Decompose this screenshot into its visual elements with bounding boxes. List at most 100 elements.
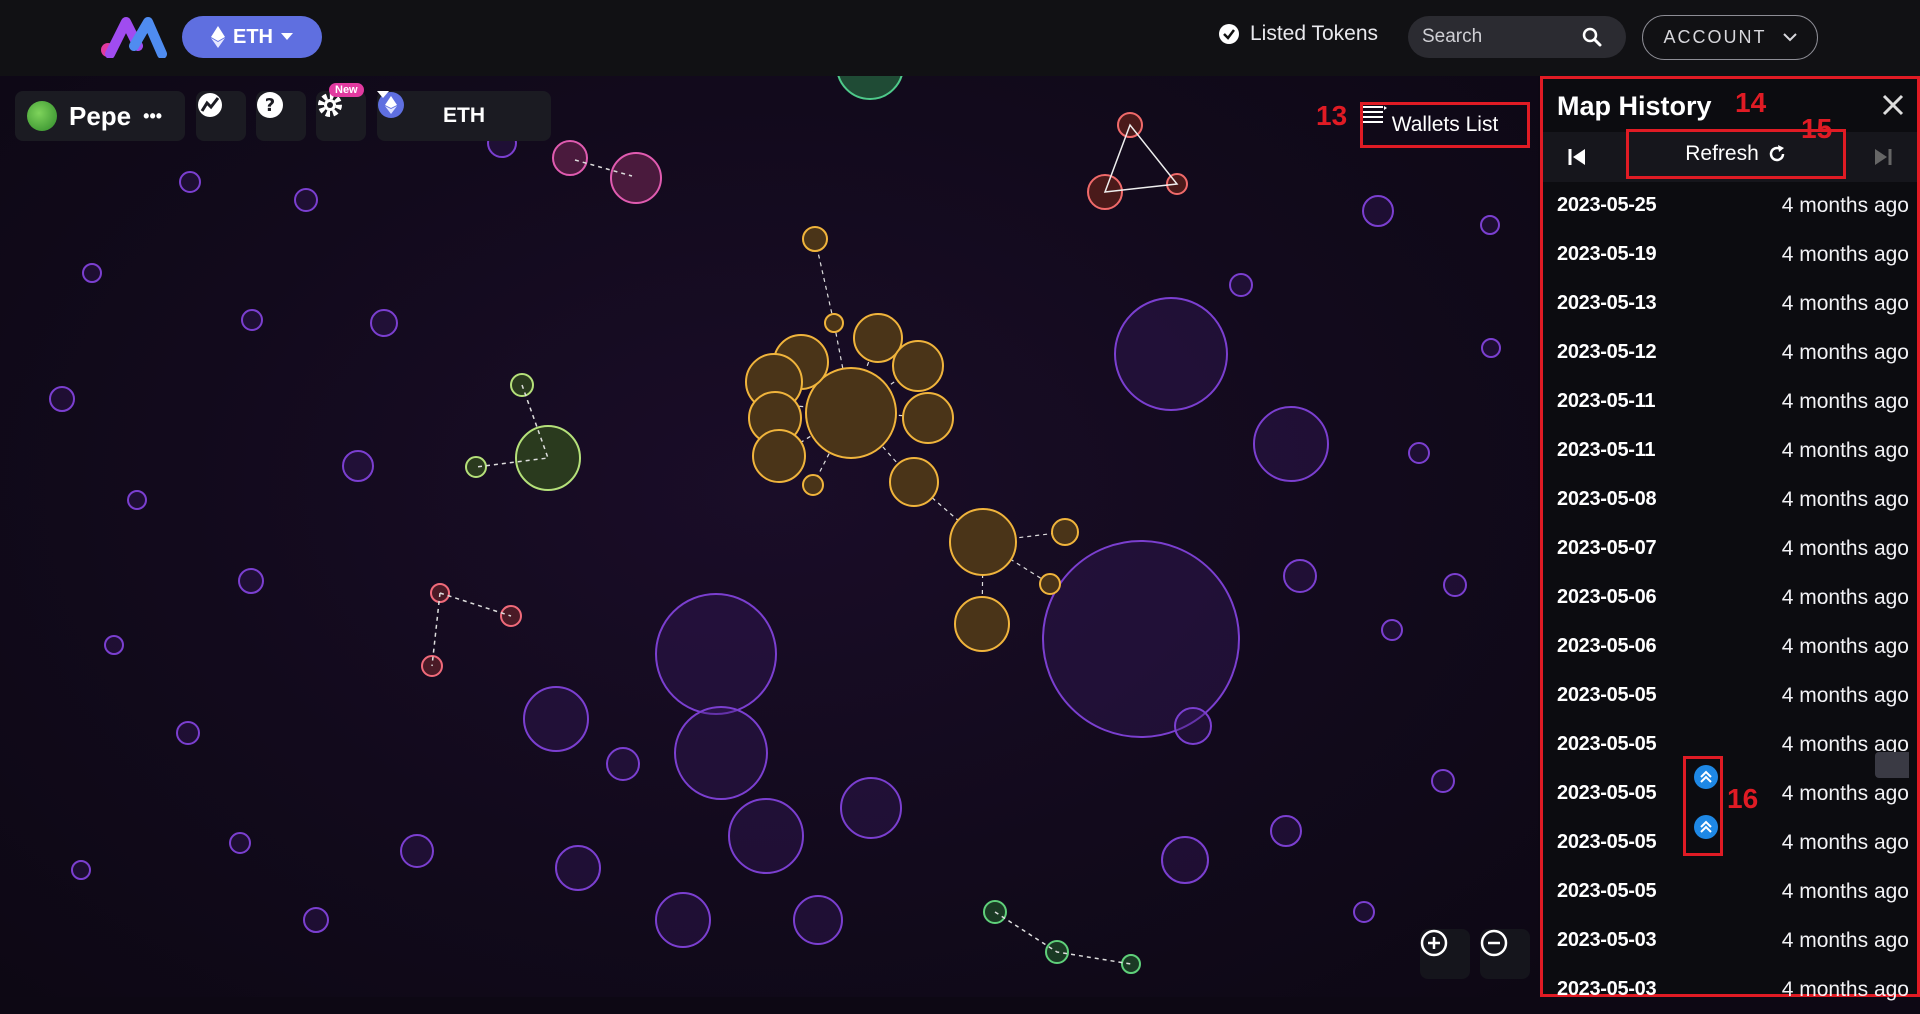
history-row[interactable]: 2023-05-03 4 months ago [1543, 916, 1917, 965]
app-logo[interactable] [100, 16, 168, 58]
zoom-out-icon [1480, 929, 1508, 957]
history-row[interactable]: 2023-05-05 4 months ago [1543, 720, 1917, 769]
zoom-in-icon [1420, 929, 1448, 957]
bubble-map-canvas[interactable] [0, 76, 1538, 997]
chevrons-up-icon[interactable] [1694, 815, 1718, 839]
annotation-15: 15 [1801, 113, 1833, 144]
history-row[interactable]: 2023-05-11 4 months ago [1543, 426, 1917, 475]
history-date: 2023-05-05 [1557, 880, 1657, 902]
account-button[interactable]: ACCOUNT [1642, 15, 1818, 60]
history-age: 4 months ago [1781, 830, 1909, 854]
history-age: 4 months ago [1781, 438, 1909, 462]
map-history-panel: Map History 14 Refresh 15 2023-05-25 4 mo… [1540, 76, 1920, 1001]
history-date: 2023-05-07 [1557, 537, 1657, 559]
refresh-icon [1769, 145, 1785, 162]
ethereum-icon [211, 26, 225, 48]
history-age: 4 months ago [1781, 928, 1909, 952]
history-row[interactable]: 2023-05-08 4 months ago [1543, 475, 1917, 524]
history-list: 2023-05-25 4 months ago 2023-05-19 4 month… [1543, 181, 1917, 1014]
history-row[interactable]: 2023-05-07 4 months ago [1543, 524, 1917, 573]
history-date: 2023-05-05 [1557, 684, 1657, 706]
pepe-token-icon [27, 101, 57, 131]
search-input[interactable] [1422, 26, 1582, 48]
history-row[interactable]: 2023-05-19 4 months ago [1543, 230, 1917, 279]
chevron-down-icon [281, 33, 293, 40]
history-age: 4 months ago [1781, 291, 1909, 315]
history-age: 4 months ago [1781, 879, 1909, 903]
history-row[interactable]: 2023-05-25 4 months ago [1543, 181, 1917, 230]
search-box[interactable] [1408, 16, 1626, 58]
token-selector[interactable]: Pepe ••• [15, 91, 185, 141]
history-date: 2023-05-03 [1557, 929, 1657, 951]
svg-text:?: ? [265, 95, 275, 116]
close-icon[interactable] [1879, 91, 1907, 119]
history-date: 2023-05-13 [1557, 292, 1657, 314]
listed-tokens-link[interactable]: Listed Tokens [1218, 22, 1378, 46]
history-date: 2023-05-19 [1557, 243, 1657, 265]
annotation-13: 13 [1316, 100, 1348, 131]
annotation-14: 14 [1735, 87, 1767, 118]
annotation-16: 16 [1727, 783, 1759, 814]
history-date: 2023-05-05 [1557, 782, 1657, 804]
history-row[interactable]: 2023-05-03 4 months ago [1543, 965, 1917, 1014]
history-age: 4 months ago [1781, 242, 1909, 266]
zoom-out-button[interactable] [1480, 929, 1530, 979]
history-row[interactable]: 2023-05-12 4 months ago [1543, 328, 1917, 377]
list-icon [1363, 106, 1387, 123]
collapse-panel-tab[interactable] [1875, 752, 1909, 778]
history-row[interactable]: 2023-05-13 4 months ago [1543, 279, 1917, 328]
account-label: ACCOUNT [1663, 27, 1767, 47]
skip-last-icon[interactable] [1873, 147, 1893, 167]
history-row[interactable]: 2023-05-06 4 months ago [1543, 573, 1917, 622]
token-name: Pepe [69, 100, 132, 131]
refresh-label: Refresh [1685, 142, 1759, 165]
chain-label: ETH [443, 104, 485, 127]
history-age: 4 months ago [1781, 340, 1909, 364]
history-date: 2023-05-05 [1557, 831, 1657, 853]
history-date: 2023-05-08 [1557, 488, 1657, 510]
history-age: 4 months ago [1781, 536, 1909, 560]
chevron-down-icon [1782, 33, 1797, 42]
settings-button[interactable] [316, 91, 366, 141]
history-row[interactable]: 2023-05-11 4 months ago [1543, 377, 1917, 426]
history-row[interactable]: 2023-05-06 4 months ago [1543, 622, 1917, 671]
history-date: 2023-05-11 [1557, 439, 1656, 461]
wallets-list-button[interactable]: Wallets List [1360, 102, 1530, 148]
history-age: 4 months ago [1781, 781, 1909, 805]
bubble-map[interactable]: Pepe ••• ? New ETH 13 Wallets List [0, 76, 1538, 997]
history-date: 2023-05-03 [1557, 978, 1657, 1000]
history-age: 4 months ago [1781, 585, 1909, 609]
zoom-in-button[interactable] [1420, 929, 1470, 979]
history-date: 2023-05-11 [1557, 390, 1656, 412]
new-badge: New [329, 83, 364, 97]
chevrons-up-icon[interactable] [1694, 765, 1718, 789]
top-navbar: ETH Listed Tokens ACCOUNT [0, 0, 1920, 76]
listed-tokens-label: Listed Tokens [1250, 22, 1379, 45]
history-date: 2023-05-06 [1557, 635, 1657, 657]
question-mark-icon: ? [257, 92, 283, 118]
history-date: 2023-05-05 [1557, 733, 1657, 755]
history-age: 4 months ago [1781, 487, 1909, 511]
search-icon[interactable] [1582, 27, 1602, 47]
history-row[interactable]: 2023-05-05 4 months ago [1543, 867, 1917, 916]
chain-selector[interactable]: ETH [377, 91, 551, 141]
chart-icon [198, 93, 222, 117]
verified-badge-icon [1219, 24, 1239, 44]
help-button[interactable]: ? [256, 91, 306, 141]
more-options-icon[interactable]: ••• [143, 106, 162, 127]
wallets-list-label: Wallets List [1391, 113, 1499, 136]
network-selector[interactable]: ETH [182, 16, 322, 58]
history-age: 4 months ago [1781, 683, 1909, 707]
chevron-down-icon [377, 91, 389, 98]
history-date: 2023-05-25 [1557, 194, 1657, 216]
history-date: 2023-05-06 [1557, 586, 1657, 608]
history-row[interactable]: 2023-05-05 4 months ago [1543, 818, 1917, 867]
panel-title: Map History [1557, 91, 1712, 121]
skip-first-icon[interactable] [1567, 147, 1587, 167]
history-row[interactable]: 2023-05-05 4 months ago [1543, 671, 1917, 720]
network-label: ETH [233, 25, 273, 48]
history-age: 4 months ago [1781, 977, 1909, 1001]
chart-button[interactable] [196, 91, 246, 141]
history-age: 4 months ago [1781, 389, 1909, 413]
history-age: 4 months ago [1781, 193, 1909, 217]
